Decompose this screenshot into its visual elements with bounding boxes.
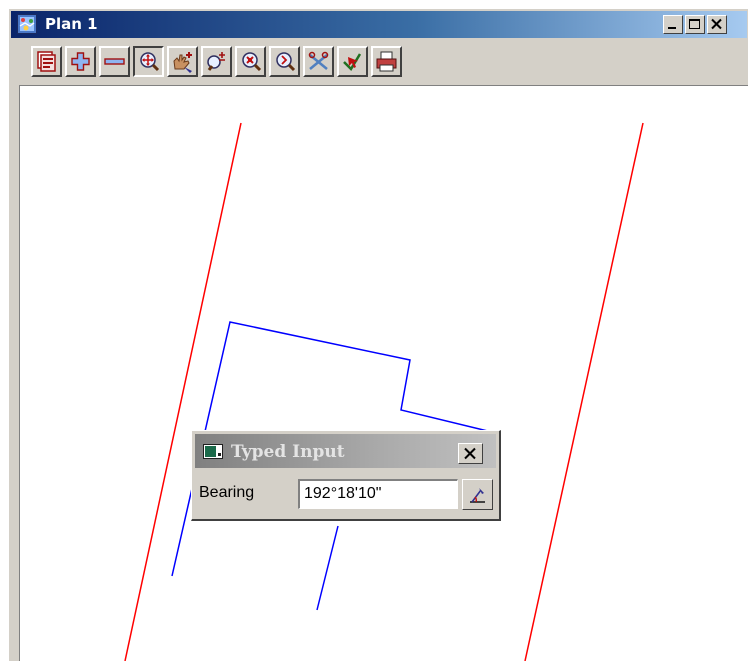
printer-icon	[376, 51, 397, 72]
scissors-icon	[308, 51, 329, 70]
window-title: Plan 1	[45, 15, 98, 33]
add-element-button[interactable]	[167, 46, 198, 77]
maximize-button[interactable]	[685, 15, 705, 34]
pick-bearing-icon	[470, 488, 485, 503]
clip-button[interactable]	[303, 46, 334, 77]
zoom-out-button[interactable]	[99, 46, 130, 77]
pan-button[interactable]	[133, 46, 164, 77]
zoom-plus-minus-button[interactable]	[201, 46, 232, 77]
plan-drawing	[124, 122, 644, 661]
zoom-window-icon	[276, 52, 296, 72]
minimize-icon	[668, 27, 676, 29]
red-boundary-line-left	[124, 122, 242, 661]
bearing-label: Bearing	[199, 484, 255, 501]
pick-bearing-button[interactable]	[462, 479, 493, 510]
bearing-input[interactable]: 192°18'10"	[298, 479, 458, 509]
plot-views-button[interactable]	[31, 46, 62, 77]
close-button[interactable]	[707, 15, 727, 34]
dialog-window-icon	[203, 444, 223, 459]
title-bar[interactable]: Plan 1	[11, 11, 747, 38]
cursor-button[interactable]	[337, 46, 368, 77]
minimize-button[interactable]	[663, 15, 683, 34]
minus-icon	[104, 58, 125, 65]
plan-canvas[interactable]	[19, 85, 748, 661]
pan-zoom-icon	[140, 52, 160, 72]
typed-input-dialog: Typed Input Bearing 192°18'10"	[191, 430, 501, 521]
dialog-title-bar[interactable]: Typed Input	[195, 434, 496, 468]
dialog-title: Typed Input	[231, 442, 345, 462]
hand-plus-icon	[173, 52, 192, 73]
close-icon	[464, 447, 476, 460]
plus-icon	[71, 52, 90, 71]
views-icon	[37, 51, 56, 72]
maximize-icon	[689, 19, 700, 29]
check-arrow-icon	[343, 53, 362, 72]
red-boundary-line-right	[524, 122, 644, 661]
dialog-close-button[interactable]	[458, 443, 483, 464]
plan-view-icon	[17, 14, 37, 34]
plan-window: Plan 1	[8, 8, 748, 661]
blue-bearing-line	[316, 525, 339, 611]
zoom-window-button[interactable]	[269, 46, 300, 77]
print-button[interactable]	[371, 46, 402, 77]
zoom-in-button[interactable]	[65, 46, 96, 77]
close-icon	[711, 18, 722, 30]
toolbar	[11, 40, 747, 84]
zoom-extent-icon	[242, 52, 262, 72]
zoom-extent-button[interactable]	[235, 46, 266, 77]
zoom-plus-minus-icon	[207, 52, 225, 71]
